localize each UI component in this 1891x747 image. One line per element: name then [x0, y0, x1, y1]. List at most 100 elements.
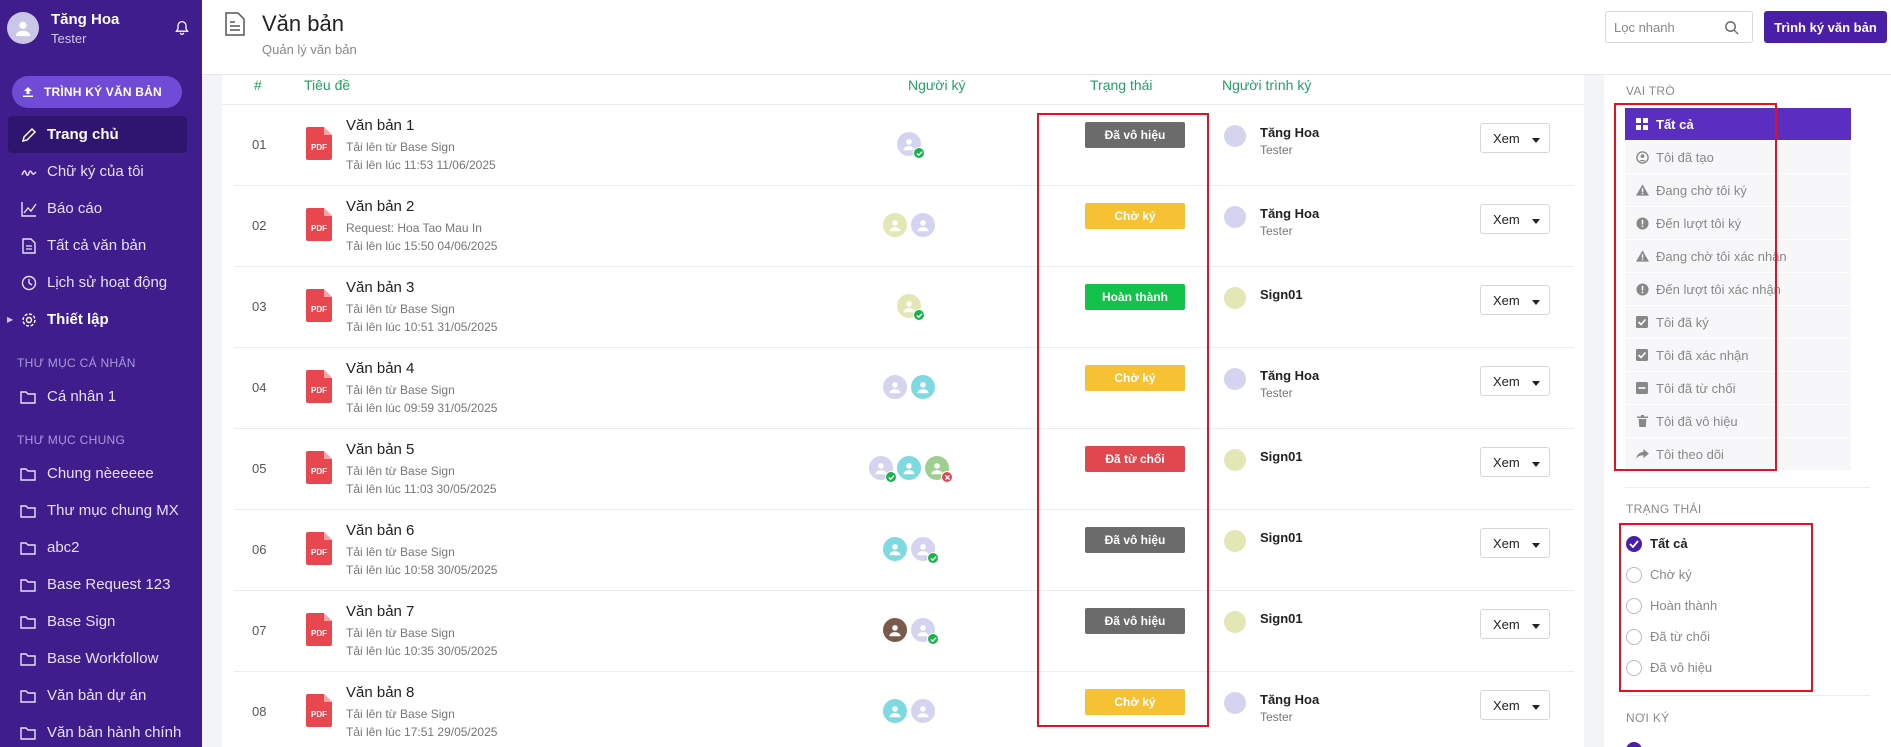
document-title[interactable]: Văn bản 5 — [346, 441, 414, 458]
signer-avatar[interactable] — [883, 375, 907, 399]
table-row[interactable]: 01 PDF Văn bản 1 Tải lên từ Base Sign Tả… — [234, 105, 1574, 186]
bell-icon[interactable] — [172, 18, 192, 38]
document-title[interactable]: Văn bản 3 — [346, 279, 414, 296]
trash-icon — [1635, 414, 1649, 428]
svg-text:PDF: PDF — [311, 548, 327, 557]
caret-down-icon — [1531, 536, 1540, 551]
user-profile[interactable]: Tăng Hoa Tester — [0, 0, 202, 56]
view-dropdown-button[interactable]: Xem — [1480, 366, 1550, 396]
signer-avatar[interactable] — [869, 456, 897, 483]
signer-avatar[interactable] — [911, 618, 939, 645]
row-number: 07 — [252, 623, 267, 638]
signer-avatar[interactable] — [897, 456, 921, 480]
status-badge: Chờ ký — [1085, 365, 1185, 391]
folder-item[interactable]: Thư mục chung MX — [0, 492, 202, 529]
document-title[interactable]: Văn bản 7 — [346, 603, 414, 620]
submitter-role: Tester — [1260, 710, 1293, 724]
avatar — [1224, 692, 1246, 714]
radio-icon — [1626, 535, 1642, 552]
role-filter-item[interactable]: Tôi theo dõi — [1625, 438, 1851, 471]
role-filter-item[interactable]: Đang chờ tôi xác nhận — [1625, 240, 1851, 273]
nav-label: Chữ ký của tôi — [47, 163, 144, 180]
role-filter-item[interactable]: Đến lượt tôi xác nhận — [1625, 273, 1851, 306]
submitter-role: Tester — [1260, 143, 1293, 157]
view-dropdown-button[interactable]: Xem — [1480, 528, 1550, 558]
table-row[interactable]: 07 PDF Văn bản 7 Tải lên từ Base Sign Tả… — [234, 591, 1574, 672]
folder-item[interactable]: Base Request 123 — [0, 566, 202, 603]
document-title[interactable]: Văn bản 4 — [346, 360, 414, 377]
signer-avatar[interactable] — [911, 213, 935, 237]
folder-label: Văn bản dự án — [47, 687, 147, 704]
pen-icon — [20, 126, 38, 144]
role-filter-item[interactable]: Tôi đã xác nhận — [1625, 339, 1851, 372]
signer-avatar[interactable] — [911, 375, 935, 399]
signer-avatar[interactable] — [911, 537, 939, 564]
search-icon[interactable] — [1724, 20, 1739, 35]
alert-icon — [1635, 282, 1649, 296]
signer-avatar[interactable] — [897, 294, 925, 321]
status-filter-radio[interactable]: Hoàn thành — [1626, 590, 1717, 621]
document-title[interactable]: Văn bản 2 — [346, 198, 414, 215]
table-row[interactable]: 04 PDF Văn bản 4 Tải lên từ Base Sign Tả… — [234, 348, 1574, 429]
view-dropdown-button[interactable]: Xem — [1480, 609, 1550, 639]
search-input[interactable] — [1614, 19, 1724, 35]
document-title[interactable]: Văn bản 6 — [346, 522, 414, 539]
view-dropdown-button[interactable]: Xem — [1480, 123, 1550, 153]
signer-avatar[interactable] — [883, 213, 907, 237]
folder-item[interactable]: Base Sign — [0, 603, 202, 640]
status-filter-radio[interactable]: Tất cả — [1626, 528, 1717, 559]
role-filter-item[interactable]: Tôi đã tạo — [1625, 141, 1851, 174]
folder-item[interactable]: Văn bản hành chính — [0, 714, 202, 747]
signer-avatar[interactable] — [911, 699, 935, 723]
status-section-title: TRẠNG THÁI — [1626, 502, 1702, 516]
folder-item[interactable]: Base Workfollow — [0, 640, 202, 677]
nav-item-settings[interactable]: ▶ Thiết lập — [0, 301, 202, 338]
folder-item[interactable]: Chung nèeeeee — [0, 455, 202, 492]
folder-item[interactable]: Cá nhân 1 — [0, 378, 202, 415]
role-filter-item[interactable]: Tôi đã từ chối — [1625, 372, 1851, 405]
nav-item-my-signatures[interactable]: Chữ ký của tôi — [0, 153, 202, 190]
nav-item-activity-history[interactable]: Lịch sử hoạt động — [0, 264, 202, 301]
document-upload-time: Tải lên lúc 10:35 30/05/2025 — [346, 644, 498, 658]
view-dropdown-button[interactable]: Xem — [1480, 204, 1550, 234]
nav-item-all-documents[interactable]: Tất cả văn bản — [0, 227, 202, 264]
role-filter-item[interactable]: Đang chờ tôi ký — [1625, 174, 1851, 207]
role-filter-item[interactable]: Tôi đã ký — [1625, 306, 1851, 339]
signer-avatar[interactable] — [897, 132, 925, 159]
submit-document-top-button[interactable]: Trình ký văn bản — [1764, 11, 1887, 43]
role-filter-item[interactable]: Tất cả — [1625, 108, 1851, 141]
view-dropdown-button[interactable]: Xem — [1480, 447, 1550, 477]
folder-item[interactable]: abc2 — [0, 529, 202, 566]
table-row[interactable]: 02 PDF Văn bản 2 Request: Hoa Tao Mau In… — [234, 186, 1574, 267]
role-filter-item[interactable]: Tôi đã vô hiệu — [1625, 405, 1851, 438]
signer-avatar[interactable] — [883, 537, 907, 561]
nav-item-home[interactable]: Trang chủ — [8, 116, 187, 153]
quick-filter[interactable] — [1605, 11, 1753, 43]
nav-item-reports[interactable]: Báo cáo — [0, 190, 202, 227]
column-num: # — [254, 77, 262, 93]
submit-document-button[interactable]: TRÌNH KÝ VĂN BẢN — [12, 76, 182, 108]
status-badge: Chờ ký — [1085, 689, 1185, 715]
signer-avatar[interactable] — [883, 618, 907, 642]
table-row[interactable]: 08 PDF Văn bản 8 Tải lên từ Base Sign Tả… — [234, 672, 1574, 747]
submitter-role: Tester — [1260, 386, 1293, 400]
sign-place-radio[interactable] — [1626, 742, 1642, 747]
status-filter-radio[interactable]: Đã từ chối — [1626, 621, 1717, 652]
table-row[interactable]: 03 PDF Văn bản 3 Tải lên từ Base Sign Tả… — [234, 267, 1574, 348]
table-row[interactable]: 06 PDF Văn bản 6 Tải lên từ Base Sign Tả… — [234, 510, 1574, 591]
gear-icon — [20, 311, 38, 329]
folder-label: abc2 — [47, 539, 80, 556]
folder-item[interactable]: Văn bản dự án — [0, 677, 202, 714]
role-filter-item[interactable]: Đến lượt tôi ký — [1625, 207, 1851, 240]
table-row[interactable]: 05 PDF Văn bản 5 Tải lên từ Base Sign Tả… — [234, 429, 1574, 510]
signer-avatar[interactable] — [883, 699, 907, 723]
signer-avatar[interactable] — [925, 456, 953, 483]
document-title[interactable]: Văn bản 1 — [346, 117, 414, 134]
view-dropdown-button[interactable]: Xem — [1480, 285, 1550, 315]
check-icon — [913, 147, 925, 159]
view-dropdown-button[interactable]: Xem — [1480, 690, 1550, 720]
signers-group — [834, 372, 984, 402]
status-filter-radio[interactable]: Đã vô hiệu — [1626, 652, 1717, 683]
document-title[interactable]: Văn bản 8 — [346, 684, 414, 701]
status-filter-radio[interactable]: Chờ ký — [1626, 559, 1717, 590]
